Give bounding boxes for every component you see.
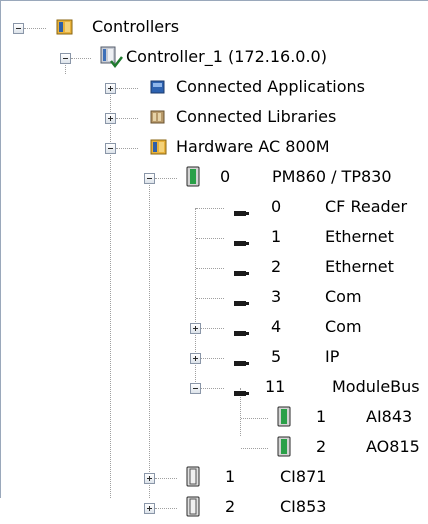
tree-node-port[interactable]: 4 Com [0,314,428,344]
tree-line [201,328,224,329]
tree-node-hardware[interactable]: Hardware AC 800M [0,134,428,164]
port-name: Ethernet [325,227,394,246]
port-name: ModuleBus [332,377,420,396]
tree-line [71,58,91,59]
unit-name: AI843 [366,407,413,426]
port-position: 11 [265,377,286,396]
expand-toggle[interactable] [105,83,116,94]
tree-node-pm-unit[interactable]: 0 PM860 / TP830 [0,164,428,194]
tree-line [196,238,224,239]
tree-node-io-unit[interactable]: 2 AO815 [0,434,428,464]
port-icon [232,234,250,253]
port-position: 5 [271,347,282,366]
expand-toggle[interactable] [190,353,201,364]
tree-line [196,268,224,269]
port-position: 0 [271,197,282,216]
tree-line [241,448,268,449]
controller-icon [98,44,124,74]
tree-node-controllers[interactable]: Controllers [0,14,428,44]
port-icon [232,264,250,283]
frame-top-border [0,0,428,1]
unit-name: CI871 [280,467,327,486]
unit-name: PM860 / TP830 [272,167,392,186]
tree-line [116,118,138,119]
unit-position: 2 [316,437,327,456]
port-icon [232,204,250,223]
tree-node-port[interactable]: 2 Ethernet [0,254,428,284]
expand-toggle[interactable] [144,503,155,514]
port-position: 4 [271,317,282,336]
unit-name: CI853 [280,497,327,516]
tree-node-modulebus[interactable]: 11 ModuleBus [0,374,428,404]
port-icon [232,354,250,373]
port-icon [232,384,250,403]
collapse-toggle[interactable] [60,53,71,64]
tree-line [24,28,46,29]
tree-line [116,88,138,89]
tree-line [155,508,177,509]
tree-node-port[interactable]: 5 IP [0,344,428,374]
tree-node-controller-1[interactable]: Controller_1 (172.16.0.0) [0,44,428,74]
unit-position: 0 [220,167,231,186]
tree-node-connected-libraries[interactable]: Connected Libraries [0,104,428,134]
port-icon [232,324,250,343]
node-label: Connected Libraries [176,107,337,126]
collapse-toggle[interactable] [144,173,155,184]
collapse-toggle[interactable] [190,383,201,394]
tree-node-io-unit[interactable]: 1 AI843 [0,404,428,434]
tree-line [241,418,268,419]
port-position: 2 [271,257,282,276]
controllers-folder-icon [55,17,75,41]
port-name: Ethernet [325,257,394,276]
node-label: Connected Applications [176,77,365,96]
tree-line [201,388,224,389]
tree-line [155,178,177,179]
port-name: IP [325,347,340,366]
unit-name: AO815 [366,437,420,456]
collapse-toggle[interactable] [105,143,116,154]
tree-line [201,358,224,359]
hardware-folder-icon [149,137,169,161]
port-name: CF Reader [325,197,408,216]
node-label: Controller_1 (172.16.0.0) [126,47,327,66]
applications-icon [149,78,167,100]
tree-node-connected-applications[interactable]: Connected Applications [0,74,428,104]
communication-module-icon [185,496,201,522]
node-label: Controllers [92,17,180,36]
unit-position: 1 [225,467,236,486]
unit-position: 1 [316,407,327,426]
communication-module-icon [185,466,201,492]
hardware-tree[interactable]: Controllers Controller_1 (172.16.0.0) Co… [0,0,428,517]
port-icon [232,294,250,313]
port-name: Com [325,287,362,306]
expand-toggle[interactable] [105,113,116,124]
expand-toggle[interactable] [144,473,155,484]
unit-position: 2 [225,497,236,516]
port-position: 1 [271,227,282,246]
tree-line [116,148,138,149]
tree-node-ci-unit[interactable]: 2 CI853 [0,494,428,524]
tree-line [196,208,224,209]
io-module-icon [276,436,292,462]
collapse-toggle[interactable] [13,23,24,34]
tree-node-port[interactable]: 0 CF Reader [0,194,428,224]
port-position: 3 [271,287,282,306]
tree-node-port[interactable]: 1 Ethernet [0,224,428,254]
tree-node-port[interactable]: 3 Com [0,284,428,314]
io-module-icon [276,406,292,432]
cpu-module-icon [185,166,201,192]
tree-line [196,298,224,299]
libraries-icon [149,108,167,130]
tree-node-ci-unit[interactable]: 1 CI871 [0,464,428,494]
port-name: Com [325,317,362,336]
expand-toggle[interactable] [190,323,201,334]
tree-line [155,478,177,479]
node-label: Hardware AC 800M [176,137,330,156]
